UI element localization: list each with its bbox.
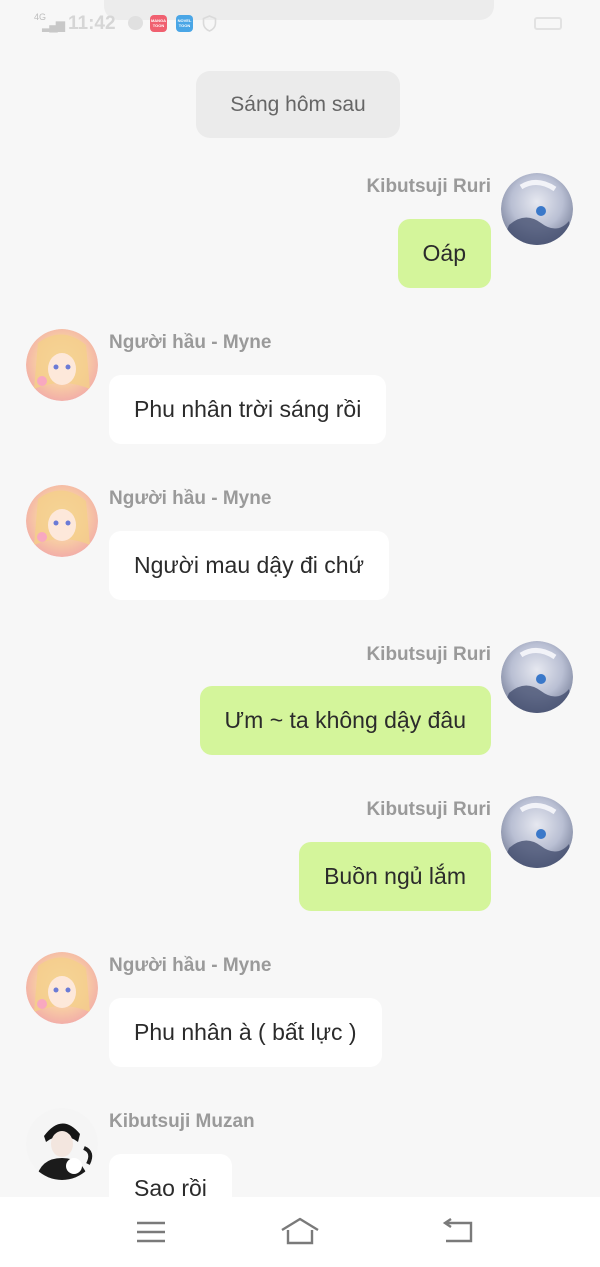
message-sender: Kibutsuji Ruri xyxy=(366,176,491,197)
chat-bubble-icon xyxy=(128,16,143,30)
message-sender: Kibutsuji Ruri xyxy=(366,644,491,665)
message-sender: Người hầu - Myne xyxy=(109,488,272,509)
signal-icon: ▂▄▆ xyxy=(42,18,65,32)
status-time: 11:42 xyxy=(68,13,116,34)
avatar-myne[interactable] xyxy=(26,329,98,401)
avatar-muzan[interactable] xyxy=(26,1108,98,1180)
message-bubble: Người mau dậy đi chứ xyxy=(109,531,389,600)
noveltoon-app-icon: NOVEL TOON xyxy=(176,15,193,32)
menu-icon[interactable] xyxy=(136,1221,166,1243)
message-sender: Người hầu - Myne xyxy=(109,955,272,976)
back-icon[interactable] xyxy=(442,1218,474,1244)
avatar-ruri[interactable] xyxy=(501,796,573,868)
mangatoon-app-icon: MANGA TOON xyxy=(150,15,167,32)
message-sender: Người hầu - Myne xyxy=(109,332,272,353)
system-nav-bar xyxy=(0,1197,600,1267)
message-bubble: Buồn ngủ lắm xyxy=(299,842,491,911)
message-bubble: Phu nhân trời sáng rồi xyxy=(109,375,387,444)
message-bubble: Phu nhân à ( bất lực ) xyxy=(109,998,382,1067)
message-sender: Kibutsuji Ruri xyxy=(366,799,491,820)
message-bubble: Ưm ~ ta không dậy đâu xyxy=(199,686,491,755)
shield-icon xyxy=(202,15,217,32)
message-sender: Kibutsuji Muzan xyxy=(109,1111,255,1132)
home-icon[interactable] xyxy=(280,1217,320,1245)
avatar-ruri[interactable] xyxy=(501,173,573,245)
message-bubble: Oáp xyxy=(397,219,491,288)
date-divider: Sáng hôm sau xyxy=(196,71,400,138)
status-bar: 4G ▂▄▆ 11:42 MANGA TOON NOVEL TOON xyxy=(0,0,600,44)
avatar-ruri[interactable] xyxy=(501,641,573,713)
avatar-myne[interactable] xyxy=(26,952,98,1024)
avatar-myne[interactable] xyxy=(26,485,98,557)
battery-icon xyxy=(534,17,562,30)
